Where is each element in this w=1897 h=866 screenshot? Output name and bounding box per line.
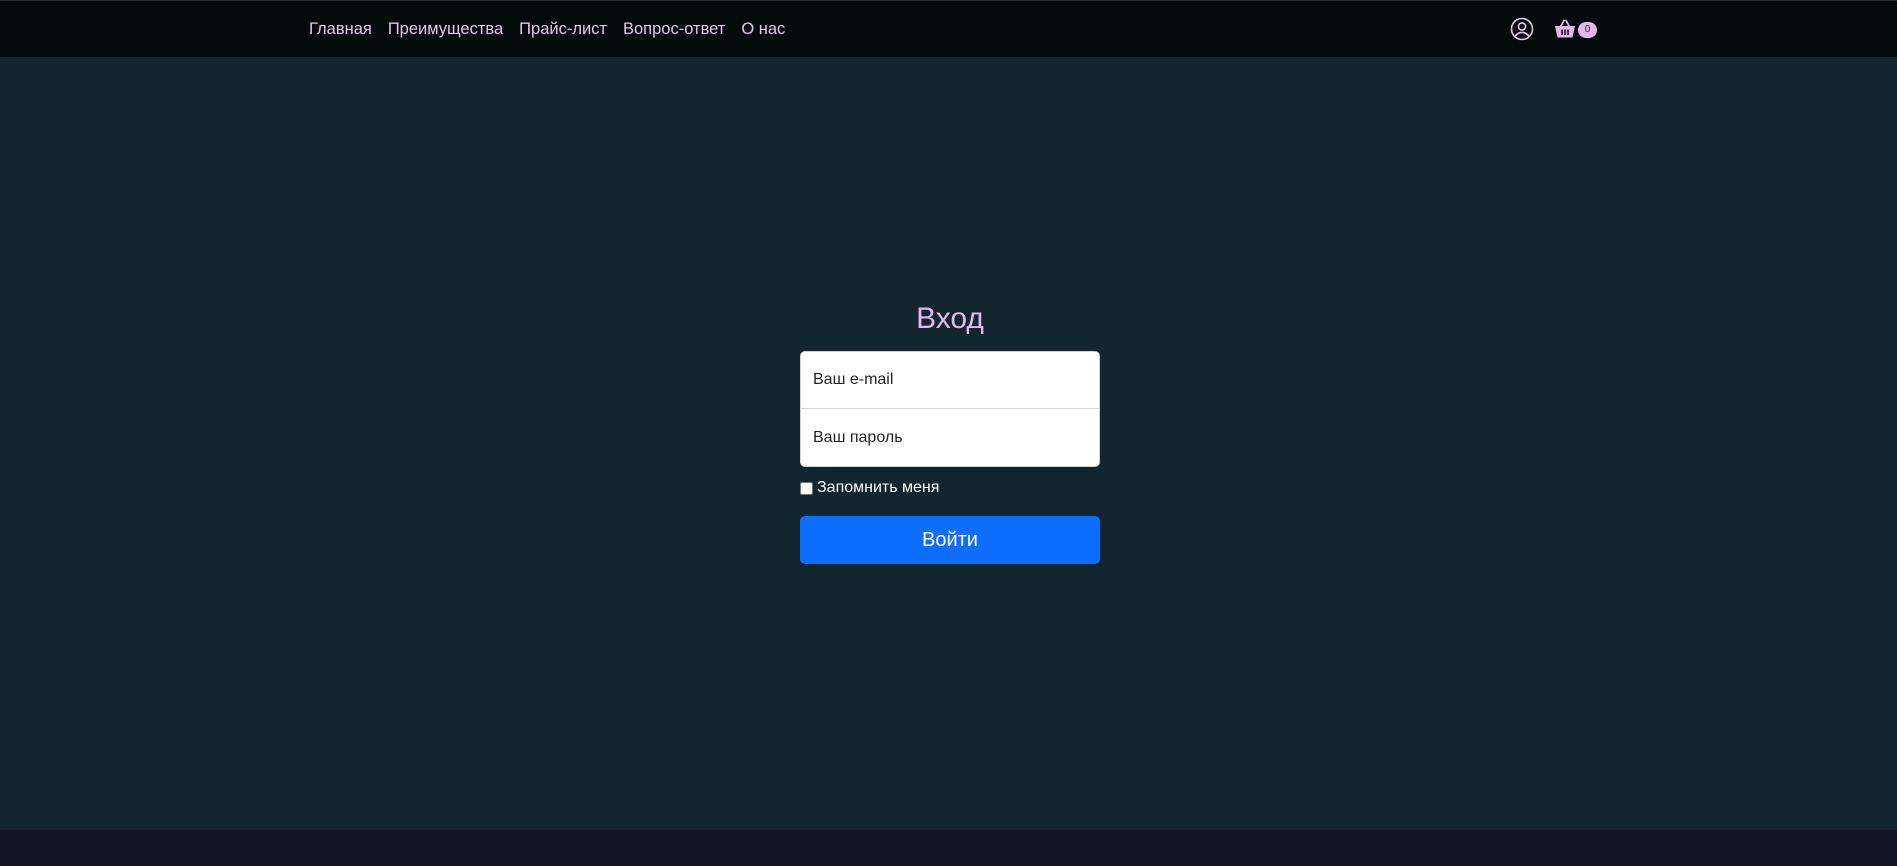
nav-link-faq[interactable]: Вопрос-ответ <box>623 20 725 39</box>
password-field[interactable] <box>801 409 1099 466</box>
user-circle-icon[interactable] <box>1510 17 1534 41</box>
main-nav: Главная Преимущества Прайс-лист Вопрос-о… <box>309 1 801 57</box>
nav-link-about[interactable]: О нас <box>741 20 785 39</box>
login-form: Вход Запомнить меня Войти <box>800 297 1100 564</box>
credentials-group <box>800 351 1100 467</box>
nav-link-price-list[interactable]: Прайс-лист <box>519 20 607 39</box>
top-navbar: Главная Преимущества Прайс-лист Вопрос-о… <box>0 0 1897 57</box>
nav-link-home[interactable]: Главная <box>309 20 372 39</box>
remember-me[interactable]: Запомнить меня <box>800 479 1100 497</box>
remember-me-checkbox[interactable] <box>800 481 813 495</box>
email-field[interactable] <box>801 352 1099 409</box>
nav-icons: 0 <box>1510 1 1597 57</box>
shopping-basket-icon <box>1553 17 1577 41</box>
footer <box>0 830 1897 866</box>
main-content: Вход Запомнить меня Войти <box>0 57 1897 830</box>
login-button[interactable]: Войти <box>800 516 1100 564</box>
nav-link-advantages[interactable]: Преимущества <box>388 20 503 39</box>
login-title: Вход <box>916 302 984 335</box>
cart-button[interactable]: 0 <box>1553 17 1597 41</box>
remember-me-label: Запомнить меня <box>817 479 940 496</box>
cart-count-badge: 0 <box>1578 21 1597 38</box>
